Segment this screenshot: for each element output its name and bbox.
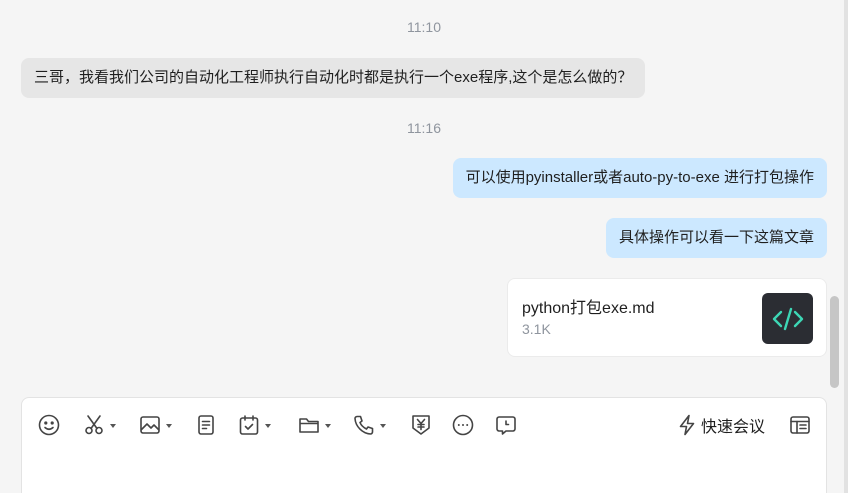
- document-icon: [198, 415, 214, 435]
- lightning-icon: [679, 414, 695, 436]
- quick-meeting-button[interactable]: 快速会议: [678, 412, 765, 438]
- outgoing-message[interactable]: 具体操作可以看一下这篇文章: [605, 218, 827, 258]
- yen-icon: [412, 415, 430, 435]
- emoji-icon: [38, 414, 60, 436]
- code-icon: [762, 293, 813, 344]
- file-attachment-card[interactable]: python打包exe.md 3.1K: [507, 278, 827, 357]
- document-button[interactable]: [194, 412, 218, 438]
- quick-meeting-label: 快速会议: [701, 419, 766, 436]
- emoji-button[interactable]: [37, 412, 61, 438]
- call-button[interactable]: [352, 412, 386, 438]
- folder-icon: [299, 418, 319, 433]
- timestamp: 11:10: [407, 19, 441, 35]
- image-icon: [140, 416, 160, 434]
- folder-button[interactable]: [297, 412, 331, 438]
- more-button[interactable]: [451, 412, 475, 438]
- window-edge: [844, 0, 848, 493]
- calendar-check-icon: [239, 415, 259, 435]
- chevron-down-icon[interactable]: [380, 423, 386, 428]
- scrollbar-thumb[interactable]: [830, 296, 839, 388]
- chevron-down-icon[interactable]: [110, 423, 116, 428]
- list-panel-button[interactable]: [788, 412, 812, 438]
- image-button[interactable]: [138, 412, 172, 438]
- timestamp: 11:16: [407, 120, 441, 136]
- file-size: 3.1K: [522, 321, 551, 337]
- list-panel-icon: [790, 416, 810, 434]
- phone-icon: [354, 415, 374, 435]
- chevron-down-icon[interactable]: [166, 423, 172, 428]
- red-packet-button[interactable]: [409, 412, 433, 438]
- comment-button[interactable]: [494, 412, 518, 438]
- file-name: python打包exe.md: [522, 300, 655, 317]
- chat-history: 11:10 三哥，我看我们公司的自动化工程师执行自动化时都是执行一个exe程序,…: [0, 0, 848, 396]
- chevron-down-icon[interactable]: [325, 423, 331, 428]
- message-composer[interactable]: 快速会议: [21, 397, 827, 493]
- incoming-message[interactable]: 三哥，我看我们公司的自动化工程师执行自动化时都是执行一个exe程序,这个是怎么做…: [21, 58, 646, 98]
- screenshot-button[interactable]: [82, 412, 116, 438]
- scissors-icon: [85, 415, 103, 435]
- comment-icon: [496, 416, 516, 435]
- outgoing-message[interactable]: 可以使用pyinstaller或者auto-py-to-exe 进行打包操作: [452, 158, 827, 198]
- task-button[interactable]: [237, 412, 271, 438]
- chevron-down-icon[interactable]: [265, 423, 271, 428]
- more-icon: [452, 414, 474, 436]
